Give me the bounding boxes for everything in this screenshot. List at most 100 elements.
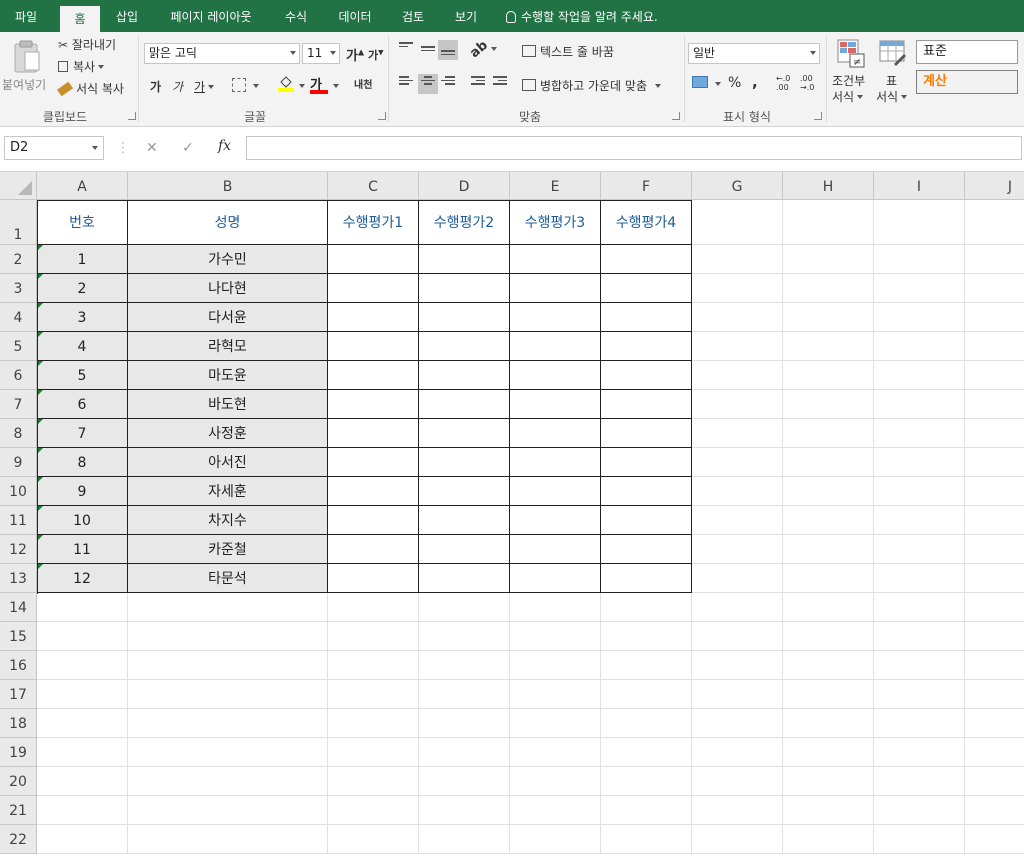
cell-c16[interactable] [328,651,419,680]
align-bottom-button[interactable] [438,40,458,60]
cell-g14[interactable] [692,593,783,622]
paste-button[interactable]: 붙여넣기 [2,38,50,102]
clipboard-launcher-icon[interactable] [128,112,136,120]
cell-i10[interactable] [874,477,965,506]
cell-h20[interactable] [783,767,874,796]
tab-page-layout[interactable]: 페이지 레이아웃 [156,0,266,32]
shrink-font-button[interactable]: 가▼ [368,47,384,63]
cell-c1[interactable]: 수행평가1 [328,200,419,245]
cell-a12[interactable]: 11 [37,535,128,564]
format-as-table-button[interactable]: 표 서식 [874,38,912,106]
cell-c20[interactable] [328,767,419,796]
cell-b6[interactable]: 마도윤 [128,361,328,390]
row-header-15[interactable]: 15 [0,622,37,651]
cell-b20[interactable] [128,767,328,796]
cell-h5[interactable] [783,332,874,361]
cell-i16[interactable] [874,651,965,680]
row-header-5[interactable]: 5 [0,332,37,361]
cell-f17[interactable] [601,680,692,709]
cell-j11[interactable] [965,506,1024,535]
cell-b15[interactable] [128,622,328,651]
cell-d6[interactable] [419,361,510,390]
cell-e11[interactable] [510,506,601,535]
cell-i20[interactable] [874,767,965,796]
cell-j22[interactable] [965,825,1024,854]
cell-e16[interactable] [510,651,601,680]
cell-d20[interactable] [419,767,510,796]
cell-j19[interactable] [965,738,1024,767]
alignment-launcher-icon[interactable] [672,112,680,120]
cell-c6[interactable] [328,361,419,390]
column-header-b[interactable]: B [128,172,328,200]
cell-g13[interactable] [692,564,783,593]
cell-j12[interactable] [965,535,1024,564]
cell-a11[interactable]: 10 [37,506,128,535]
cell-b9[interactable]: 아서진 [128,448,328,477]
cell-i8[interactable] [874,419,965,448]
row-header-9[interactable]: 9 [0,448,37,477]
cell-e15[interactable] [510,622,601,651]
underline-button[interactable]: 가 [194,78,215,95]
cell-f16[interactable] [601,651,692,680]
tab-file[interactable]: 파일 [0,0,52,32]
cell-a2[interactable]: 1 [37,245,128,274]
cell-g9[interactable] [692,448,783,477]
cell-j17[interactable] [965,680,1024,709]
cell-b16[interactable] [128,651,328,680]
tab-formulas[interactable]: 수식 [272,0,320,32]
cell-g4[interactable] [692,303,783,332]
cell-a21[interactable] [37,796,128,825]
cell-e2[interactable] [510,245,601,274]
cell-j21[interactable] [965,796,1024,825]
select-all-corner[interactable] [0,172,37,200]
cell-f9[interactable] [601,448,692,477]
cell-j7[interactable] [965,390,1024,419]
cell-d21[interactable] [419,796,510,825]
cell-c21[interactable] [328,796,419,825]
tab-view[interactable]: 보기 [442,0,490,32]
cell-c22[interactable] [328,825,419,854]
cell-j6[interactable] [965,361,1024,390]
cell-i22[interactable] [874,825,965,854]
cell-d13[interactable] [419,564,510,593]
cell-b13[interactable]: 타문석 [128,564,328,593]
cell-h13[interactable] [783,564,874,593]
cell-b10[interactable]: 자세훈 [128,477,328,506]
merge-center-button[interactable]: 병합하고 가운데 맞춤 [522,77,661,94]
cell-j20[interactable] [965,767,1024,796]
cell-f3[interactable] [601,274,692,303]
cell-d14[interactable] [419,593,510,622]
cell-d11[interactable] [419,506,510,535]
cell-h22[interactable] [783,825,874,854]
cell-d12[interactable] [419,535,510,564]
cell-c5[interactable] [328,332,419,361]
cell-e5[interactable] [510,332,601,361]
cell-j8[interactable] [965,419,1024,448]
cell-f1[interactable]: 수행평가4 [601,200,692,245]
cell-b3[interactable]: 나다현 [128,274,328,303]
cell-a22[interactable] [37,825,128,854]
cell-h2[interactable] [783,245,874,274]
cell-i12[interactable] [874,535,965,564]
cell-j16[interactable] [965,651,1024,680]
cell-h16[interactable] [783,651,874,680]
cell-d16[interactable] [419,651,510,680]
cell-i1[interactable] [874,200,965,245]
cell-c7[interactable] [328,390,419,419]
cancel-icon[interactable]: ✕ [146,140,158,156]
cell-e8[interactable] [510,419,601,448]
column-header-d[interactable]: D [419,172,510,200]
cell-g17[interactable] [692,680,783,709]
cell-b5[interactable]: 라혁모 [128,332,328,361]
cell-a7[interactable]: 6 [37,390,128,419]
cell-c19[interactable] [328,738,419,767]
cell-a15[interactable] [37,622,128,651]
row-header-3[interactable]: 3 [0,274,37,303]
wrap-text-button[interactable]: 텍스트 줄 바꿈 [522,43,614,60]
cell-j2[interactable] [965,245,1024,274]
cell-c18[interactable] [328,709,419,738]
cell-b11[interactable]: 차지수 [128,506,328,535]
cell-j13[interactable] [965,564,1024,593]
cell-h15[interactable] [783,622,874,651]
cell-h9[interactable] [783,448,874,477]
